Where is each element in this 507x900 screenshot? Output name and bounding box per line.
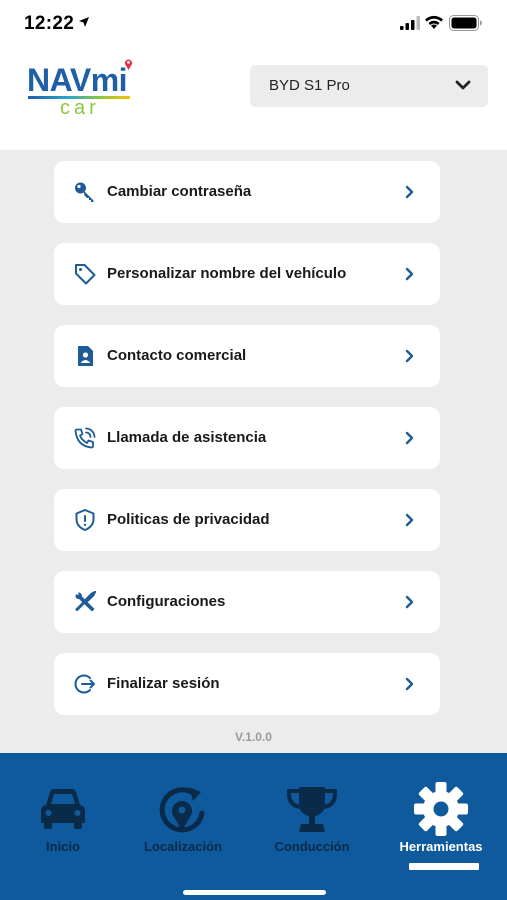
nav-inicio[interactable]: Inicio <box>0 753 126 873</box>
menu-item-assistance-call[interactable]: Llamada de asistencia <box>54 407 440 469</box>
chevron-right-icon <box>405 185 414 199</box>
chevron-down-icon <box>455 80 471 90</box>
active-tab-indicator <box>409 863 479 870</box>
tag-icon <box>75 264 96 285</box>
shield-alert-icon <box>75 509 95 531</box>
menu-item-commercial-contact[interactable]: Contacto comercial <box>54 325 440 387</box>
nav-label: Herramientas <box>399 839 483 854</box>
app-version: V.1.0.0 <box>235 730 272 744</box>
menu-label: Personalizar nombre del vehículo <box>107 265 347 282</box>
chevron-right-icon <box>405 267 414 281</box>
nav-localizacion[interactable]: Localización <box>120 753 246 873</box>
key-icon <box>75 182 94 202</box>
contact-card-icon <box>78 346 93 366</box>
logo-subtext: car <box>60 97 100 119</box>
status-bar: 12:22 <box>0 0 507 48</box>
vehicle-selected-label: BYD S1 Pro <box>269 77 350 94</box>
tools-menu: Cambiar contraseña Personalizar nombre d… <box>0 150 507 753</box>
app-header: NAVmi car BYD S1 Pro <box>0 48 507 150</box>
chevron-right-icon <box>405 349 414 363</box>
menu-label: Contacto comercial <box>107 347 247 364</box>
menu-label: Configuraciones <box>107 593 226 610</box>
trophy-icon <box>286 787 338 832</box>
nav-label: Conducción <box>274 839 350 854</box>
chevron-right-icon <box>405 431 414 445</box>
menu-item-change-password[interactable]: Cambiar contraseña <box>54 161 440 223</box>
nav-conduccion[interactable]: Conducción <box>249 753 375 873</box>
car-icon <box>41 789 85 829</box>
logo-text: NAVmi <box>27 62 128 98</box>
nav-label: Inicio <box>46 839 80 854</box>
logout-icon <box>74 674 95 694</box>
menu-label: Politicas de privacidad <box>107 511 270 528</box>
chevron-right-icon <box>405 595 414 609</box>
menu-label: Cambiar contraseña <box>107 183 252 200</box>
nav-label: Localización <box>143 839 223 854</box>
location-arrow-icon <box>79 17 89 27</box>
location-refresh-icon <box>159 787 205 833</box>
nav-herramientas[interactable]: Herramientas <box>378 753 504 873</box>
menu-item-rename-vehicle[interactable]: Personalizar nombre del vehículo <box>54 243 440 305</box>
menu-item-privacy-policy[interactable]: Politicas de privacidad <box>54 489 440 551</box>
gear-icon <box>414 782 468 836</box>
menu-item-logout[interactable]: Finalizar sesión <box>54 653 440 715</box>
wifi-icon <box>425 15 443 29</box>
battery-icon <box>449 15 482 31</box>
map-pin-icon <box>124 59 133 70</box>
chevron-right-icon <box>405 677 414 691</box>
phone-call-icon <box>74 427 96 449</box>
home-indicator <box>183 890 326 895</box>
signal-icon <box>400 16 420 30</box>
vehicle-selector[interactable]: BYD S1 Pro <box>250 65 488 107</box>
menu-label: Llamada de asistencia <box>107 429 267 446</box>
navmi-car-logo: NAVmi car <box>27 59 137 119</box>
status-time: 12:22 <box>24 13 75 34</box>
chevron-right-icon <box>405 513 414 527</box>
tools-icon <box>75 591 96 612</box>
menu-label: Finalizar sesión <box>107 675 220 692</box>
bottom-nav: Inicio Localización Conducción Herramien… <box>0 753 507 900</box>
menu-item-settings[interactable]: Configuraciones <box>54 571 440 633</box>
